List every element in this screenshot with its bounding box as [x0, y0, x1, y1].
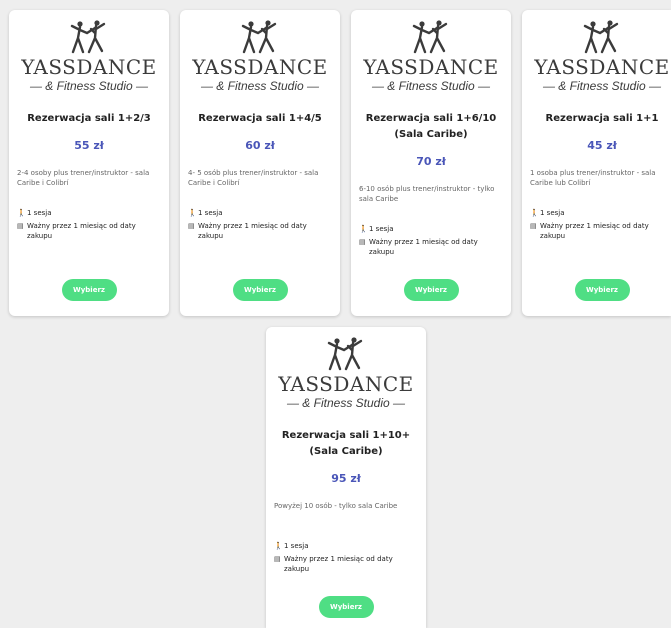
dancers-logo-icon	[412, 20, 448, 54]
brand-logo: YASSDANCE — & Fitness Studio —	[180, 10, 340, 93]
card-title: Rezerwacja sali 1+2/3	[27, 113, 151, 124]
card-title: Rezerwacja sali 1+1	[545, 113, 659, 124]
validity-label: Ważny przez 1 miesiąc od daty zakupu	[284, 555, 393, 573]
select-button[interactable]: Wybierz	[232, 279, 288, 301]
brand-subtitle: — & Fitness Studio —	[29, 79, 149, 93]
brand-name: YASSDANCE	[21, 55, 157, 79]
brand-name: YASSDANCE	[192, 55, 328, 79]
sessions-label: 1 sesja	[540, 209, 565, 217]
calendar-icon: ▤	[530, 222, 537, 230]
sessions-label: 1 sesja	[369, 225, 394, 233]
walking-person-icon: 🚶	[17, 209, 26, 217]
card-price: 45 zł	[587, 139, 617, 152]
brand-subtitle: — & Fitness Studio —	[371, 79, 491, 93]
brand-logo: YASSDANCE — & Fitness Studio —	[266, 327, 426, 410]
calendar-icon: ▤	[188, 222, 195, 230]
calendar-icon: ▤	[359, 238, 366, 246]
select-button[interactable]: Wybierz	[318, 596, 374, 618]
brand-logo: YASSDANCE — & Fitness Studio —	[351, 10, 511, 93]
brand-subtitle: — & Fitness Studio —	[542, 79, 662, 93]
dancers-logo-icon	[70, 20, 106, 54]
product-card: YASSDANCE — & Fitness Studio — Rezerwacj…	[266, 327, 426, 628]
brand-name: YASSDANCE	[534, 55, 670, 79]
card-description: Powyżej 10 osób - tylko sala Caribe	[274, 502, 398, 510]
sessions-label: 1 sesja	[198, 209, 223, 217]
product-card: YASSDANCE — & Fitness Studio — Rezerwacj…	[351, 10, 511, 316]
select-button[interactable]: Wybierz	[403, 279, 459, 301]
card-title: Rezerwacja sali 1+10+ (Sala Caribe)	[281, 430, 411, 457]
walking-person-icon: 🚶	[530, 209, 539, 217]
dancers-logo-icon	[241, 20, 277, 54]
brand-subtitle: — & Fitness Studio —	[200, 79, 320, 93]
validity-label: Ważny przez 1 miesiąc od daty zakupu	[27, 222, 136, 240]
product-card: YASSDANCE — & Fitness Studio — Rezerwacj…	[180, 10, 340, 316]
validity-label: Ważny przez 1 miesiąc od daty zakupu	[369, 238, 478, 256]
walking-person-icon: 🚶	[274, 542, 283, 550]
brand-logo: YASSDANCE — & Fitness Studio —	[9, 10, 169, 93]
select-button[interactable]: Wybierz	[574, 279, 630, 301]
card-description: 1 osoba plus trener/instruktor - sala Ca…	[530, 169, 656, 187]
card-price: 70 zł	[416, 155, 446, 168]
sessions-label: 1 sesja	[27, 209, 52, 217]
card-price: 95 zł	[331, 472, 361, 485]
card-description: 4- 5 osób plus trener/instruktor - sala …	[188, 169, 319, 187]
product-card: YASSDANCE — & Fitness Studio — Rezerwacj…	[522, 10, 671, 316]
card-price: 60 zł	[245, 139, 275, 152]
dancers-logo-icon	[583, 20, 619, 54]
validity-label: Ważny przez 1 miesiąc od daty zakupu	[198, 222, 307, 240]
brand-subtitle: — & Fitness Studio —	[286, 396, 406, 410]
dancers-logo-icon	[327, 337, 363, 371]
product-card: YASSDANCE — & Fitness Studio — Rezerwacj…	[9, 10, 169, 316]
card-title: Rezerwacja sali 1+6/10 (Sala Caribe)	[365, 113, 497, 140]
walking-person-icon: 🚶	[188, 209, 197, 217]
calendar-icon: ▤	[274, 555, 281, 563]
brand-logo: YASSDANCE — & Fitness Studio —	[522, 10, 671, 93]
brand-name: YASSDANCE	[363, 55, 499, 79]
card-price: 55 zł	[74, 139, 104, 152]
walking-person-icon: 🚶	[359, 225, 368, 233]
calendar-icon: ▤	[17, 222, 24, 230]
brand-name: YASSDANCE	[278, 372, 414, 396]
sessions-label: 1 sesja	[284, 542, 309, 550]
card-title: Rezerwacja sali 1+4/5	[198, 113, 322, 124]
card-description: 2-4 osoby plus trener/instruktor - sala …	[17, 169, 150, 187]
validity-label: Ważny przez 1 miesiąc od daty zakupu	[540, 222, 649, 240]
card-description: 6-10 osób plus trener/instruktor - tylko…	[359, 185, 495, 203]
select-button[interactable]: Wybierz	[61, 279, 117, 301]
